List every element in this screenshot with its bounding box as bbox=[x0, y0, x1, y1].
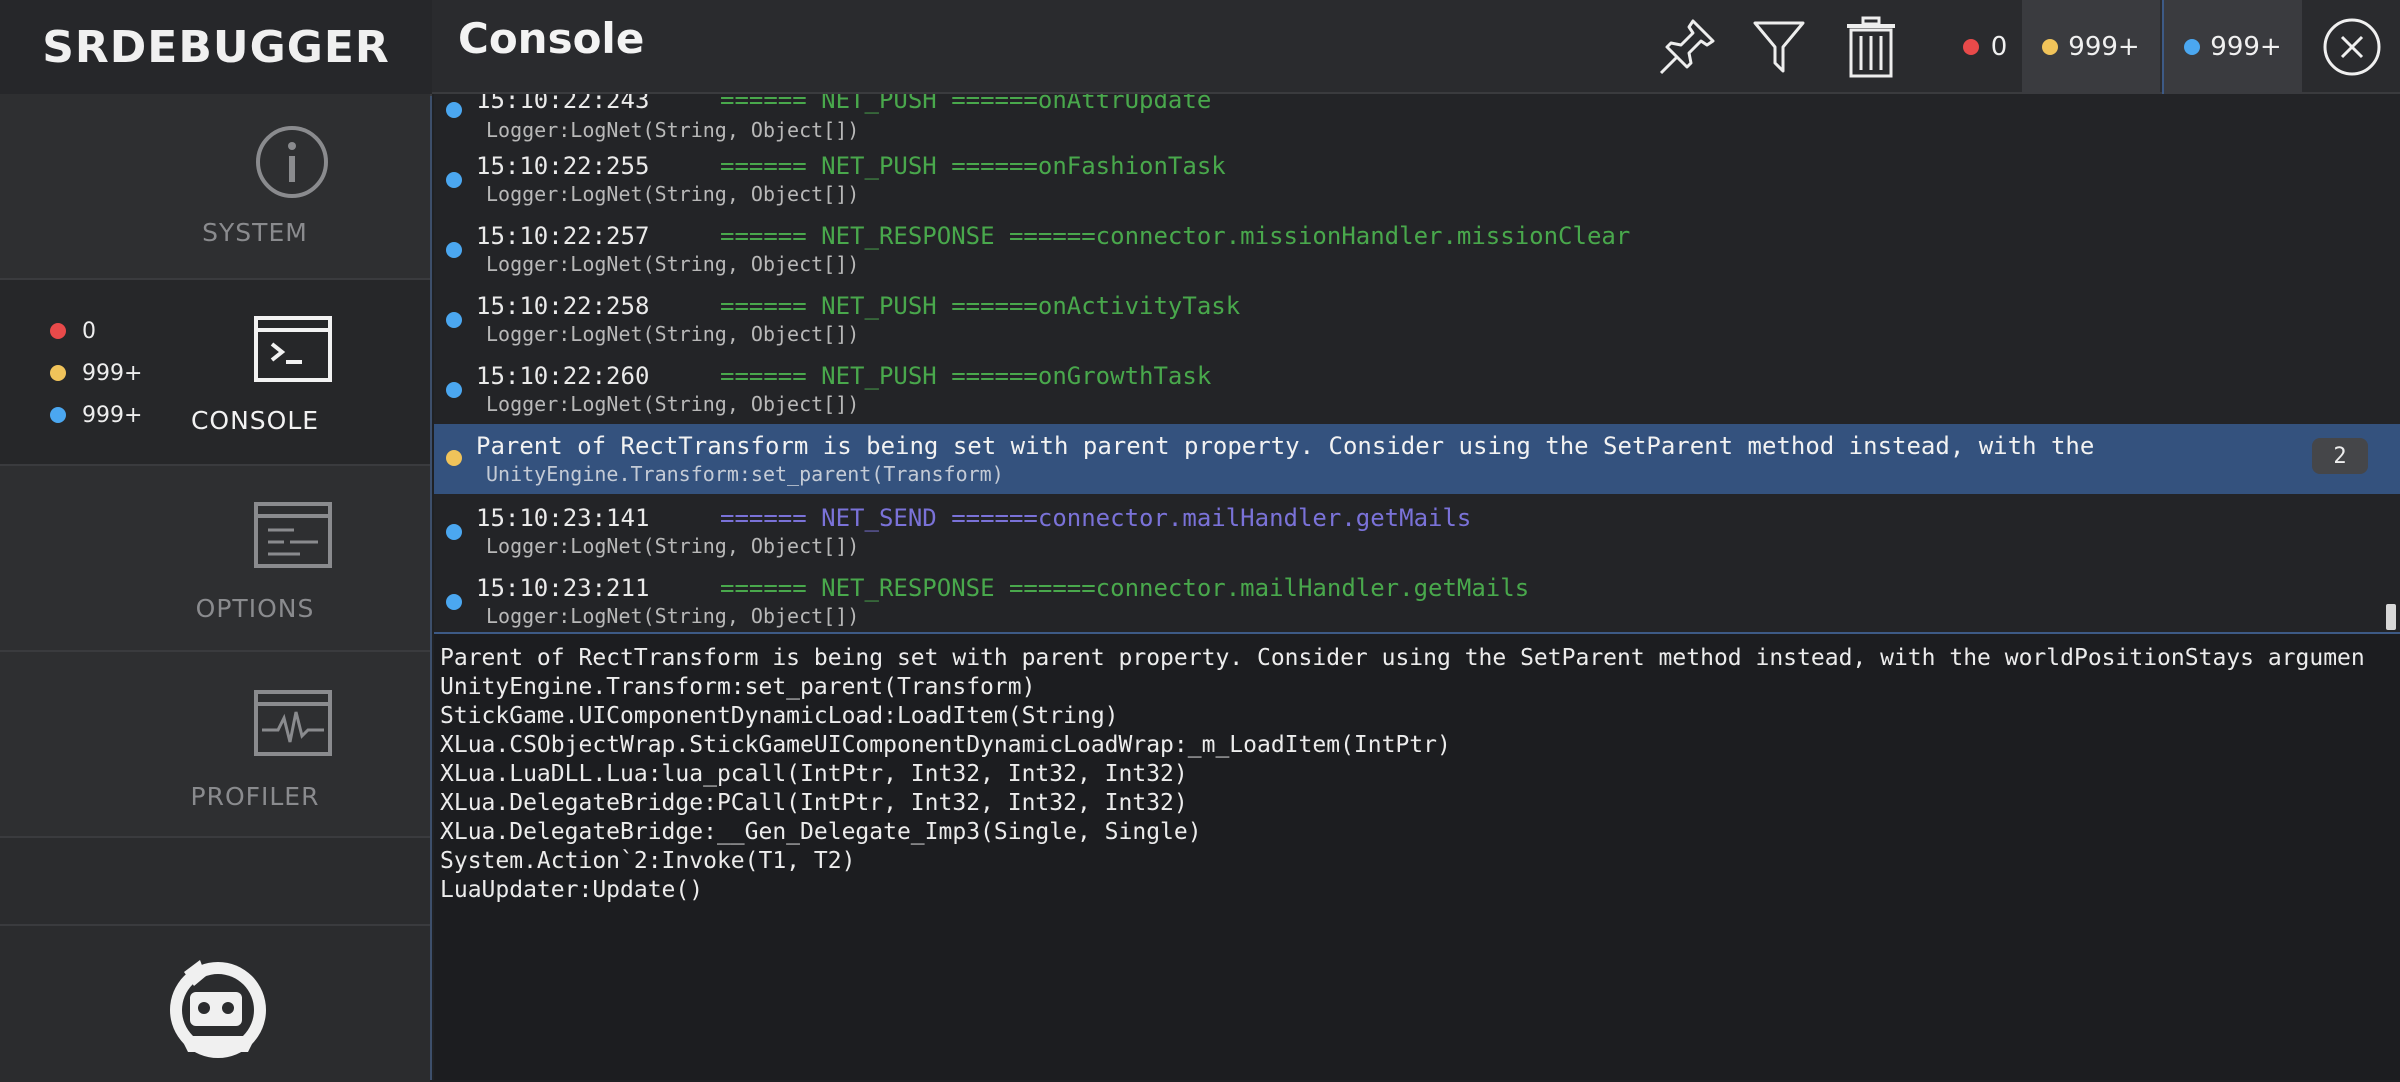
tab-options[interactable]: OPTIONS bbox=[0, 466, 430, 652]
info-dot-icon bbox=[446, 382, 462, 398]
pin-button[interactable] bbox=[1642, 0, 1732, 94]
log-scrollbar[interactable] bbox=[2386, 604, 2396, 630]
tab-console-label: CONSOLE bbox=[190, 406, 320, 435]
log-row-selected[interactable]: Parent of RectTransform is being set wit… bbox=[434, 424, 2400, 494]
log-time: 15:10:22:258 bbox=[476, 292, 650, 320]
log-source: Logger:LogNet(String, Object[]) bbox=[486, 118, 860, 142]
log-row[interactable]: 15:10:22:260 ====== NET_PUSH ======onGro… bbox=[434, 352, 2400, 422]
tab-system-label: SYSTEM bbox=[202, 218, 308, 247]
info-filter-toggle[interactable]: 999+ bbox=[2164, 0, 2302, 94]
log-source: Logger:LogNet(String, Object[]) bbox=[486, 252, 860, 276]
detail-line: XLua.LuaDLL.Lua:lua_pcall(IntPtr, Int32,… bbox=[440, 761, 1188, 787]
footer-area bbox=[0, 924, 430, 1082]
log-source: UnityEngine.Transform:set_parent(Transfo… bbox=[486, 462, 1004, 486]
log-message: ====== NET_PUSH ======onGrowthTask bbox=[720, 362, 1212, 390]
log-source: Logger:LogNet(String, Object[]) bbox=[486, 392, 860, 416]
log-time: 15:10:22:243 bbox=[476, 94, 650, 114]
log-time: 15:10:22:257 bbox=[476, 222, 650, 250]
sidebar: SR DEBUGGER SYSTEM 0 999+ 999+ CONSOLE O… bbox=[0, 0, 432, 1082]
filter-icon bbox=[1753, 21, 1805, 73]
tab-console[interactable]: 0 999+ 999+ CONSOLE bbox=[0, 280, 430, 466]
log-message: ====== NET_PUSH ======onFashionTask bbox=[720, 152, 1226, 180]
info-count: 999+ bbox=[2210, 32, 2282, 62]
info-dot-icon bbox=[50, 407, 66, 423]
detail-line: XLua.CSObjectWrap.StickGameUIComponentDy… bbox=[440, 732, 1451, 758]
close-icon bbox=[2323, 18, 2381, 76]
detail-line: XLua.DelegateBridge:PCall(IntPtr, Int32,… bbox=[440, 790, 1188, 816]
log-message: ====== NET_SEND ======connector.mailHand… bbox=[720, 504, 1472, 532]
tab-profiler-label: PROFILER bbox=[190, 782, 320, 811]
info-dot-icon bbox=[446, 594, 462, 610]
log-row[interactable]: 15:10:23:141 ====== NET_SEND ======conne… bbox=[434, 494, 2400, 564]
tab-profiler[interactable]: PROFILER bbox=[0, 652, 430, 838]
log-time: 15:10:23:141 bbox=[476, 504, 650, 532]
log-source: Logger:LogNet(String, Object[]) bbox=[486, 322, 860, 346]
log-message: ====== NET_PUSH ======onActivityTask bbox=[720, 292, 1241, 320]
clear-button[interactable] bbox=[1826, 0, 1916, 94]
detail-line: UnityEngine.Transform:set_parent(Transfo… bbox=[440, 674, 1036, 700]
warning-count: 999+ bbox=[2068, 32, 2140, 62]
terminal-icon bbox=[254, 316, 332, 382]
detail-line: LuaUpdater:Update() bbox=[440, 877, 704, 903]
app-logo: SR DEBUGGER bbox=[0, 0, 432, 96]
detail-line: XLua.DelegateBridge:__Gen_Delegate_Imp3(… bbox=[440, 819, 1202, 845]
log-row[interactable]: 15:10:23:211 ====== NET_RESPONSE ======c… bbox=[434, 564, 2400, 632]
logo-text-bold: SR bbox=[42, 21, 110, 73]
error-dot-icon bbox=[50, 323, 66, 339]
warning-filter-toggle[interactable]: 999+ bbox=[2022, 0, 2160, 94]
detail-line: StickGame.UIComponentDynamicLoad:LoadIte… bbox=[440, 703, 1119, 729]
log-message: Parent of RectTransform is being set wit… bbox=[476, 432, 2095, 460]
detail-line: Parent of RectTransform is being set wit… bbox=[440, 645, 2365, 671]
log-time: 15:10:23:211 bbox=[476, 574, 650, 602]
repeat-count-badge: 2 bbox=[2312, 438, 2368, 474]
info-dot-icon bbox=[2184, 39, 2201, 55]
page-title: Console bbox=[458, 14, 645, 63]
log-row[interactable]: 15:10:22:255 ====== NET_PUSH ======onFas… bbox=[434, 142, 2400, 212]
log-message: ====== NET_RESPONSE ======connector.mail… bbox=[720, 574, 1530, 602]
sidebar-warning-count: 999+ bbox=[50, 352, 142, 394]
mascot-logo-icon bbox=[170, 960, 266, 1058]
warning-dot-icon bbox=[2042, 39, 2059, 55]
logo-text-rest: DEBUGGER bbox=[109, 21, 390, 73]
log-source: Logger:LogNet(String, Object[]) bbox=[486, 534, 860, 558]
info-dot-icon bbox=[446, 312, 462, 328]
log-source: Logger:LogNet(String, Object[]) bbox=[486, 604, 860, 628]
log-message: ====== NET_PUSH ======onAttrUpdate bbox=[720, 94, 1212, 114]
detail-line: System.Action`2:Invoke(T1, T2) bbox=[440, 848, 856, 874]
close-button[interactable] bbox=[2304, 0, 2400, 94]
console-log-list[interactable]: 15:10:22:243 ====== NET_PUSH ======onAtt… bbox=[434, 94, 2400, 634]
log-row[interactable]: 15:10:22:243 ====== NET_PUSH ======onAtt… bbox=[434, 94, 2400, 142]
pin-icon bbox=[1659, 19, 1715, 75]
options-icon bbox=[254, 502, 332, 568]
error-filter-toggle[interactable]: 0 bbox=[1940, 0, 2030, 94]
error-dot-icon bbox=[1962, 39, 1979, 55]
warning-dot-icon bbox=[50, 365, 66, 381]
log-row[interactable]: 15:10:22:258 ====== NET_PUSH ======onAct… bbox=[434, 282, 2400, 352]
warning-dot-icon bbox=[446, 450, 462, 466]
filter-button[interactable] bbox=[1734, 0, 1824, 94]
trash-icon bbox=[1847, 16, 1895, 78]
log-message: ====== NET_RESPONSE ======connector.miss… bbox=[720, 222, 1631, 250]
log-source: Logger:LogNet(String, Object[]) bbox=[486, 182, 860, 206]
info-dot-icon bbox=[446, 102, 462, 118]
info-dot-icon bbox=[446, 524, 462, 540]
log-row[interactable]: 15:10:22:257 ====== NET_RESPONSE ======c… bbox=[434, 212, 2400, 282]
header-bar: Console 0 999+ 999+ bbox=[432, 0, 2400, 94]
sidebar-error-count: 0 bbox=[50, 310, 142, 352]
error-count: 0 bbox=[1990, 32, 2008, 62]
stack-trace-pane[interactable]: Parent of RectTransform is being set wit… bbox=[434, 634, 2400, 1080]
info-dot-icon bbox=[446, 242, 462, 258]
tab-system[interactable]: SYSTEM bbox=[0, 94, 430, 280]
log-time: 15:10:22:255 bbox=[476, 152, 650, 180]
tab-options-label: OPTIONS bbox=[195, 594, 315, 623]
info-icon bbox=[256, 126, 328, 198]
profiler-icon bbox=[254, 690, 332, 756]
info-dot-icon bbox=[446, 172, 462, 188]
log-time: 15:10:22:260 bbox=[476, 362, 650, 390]
